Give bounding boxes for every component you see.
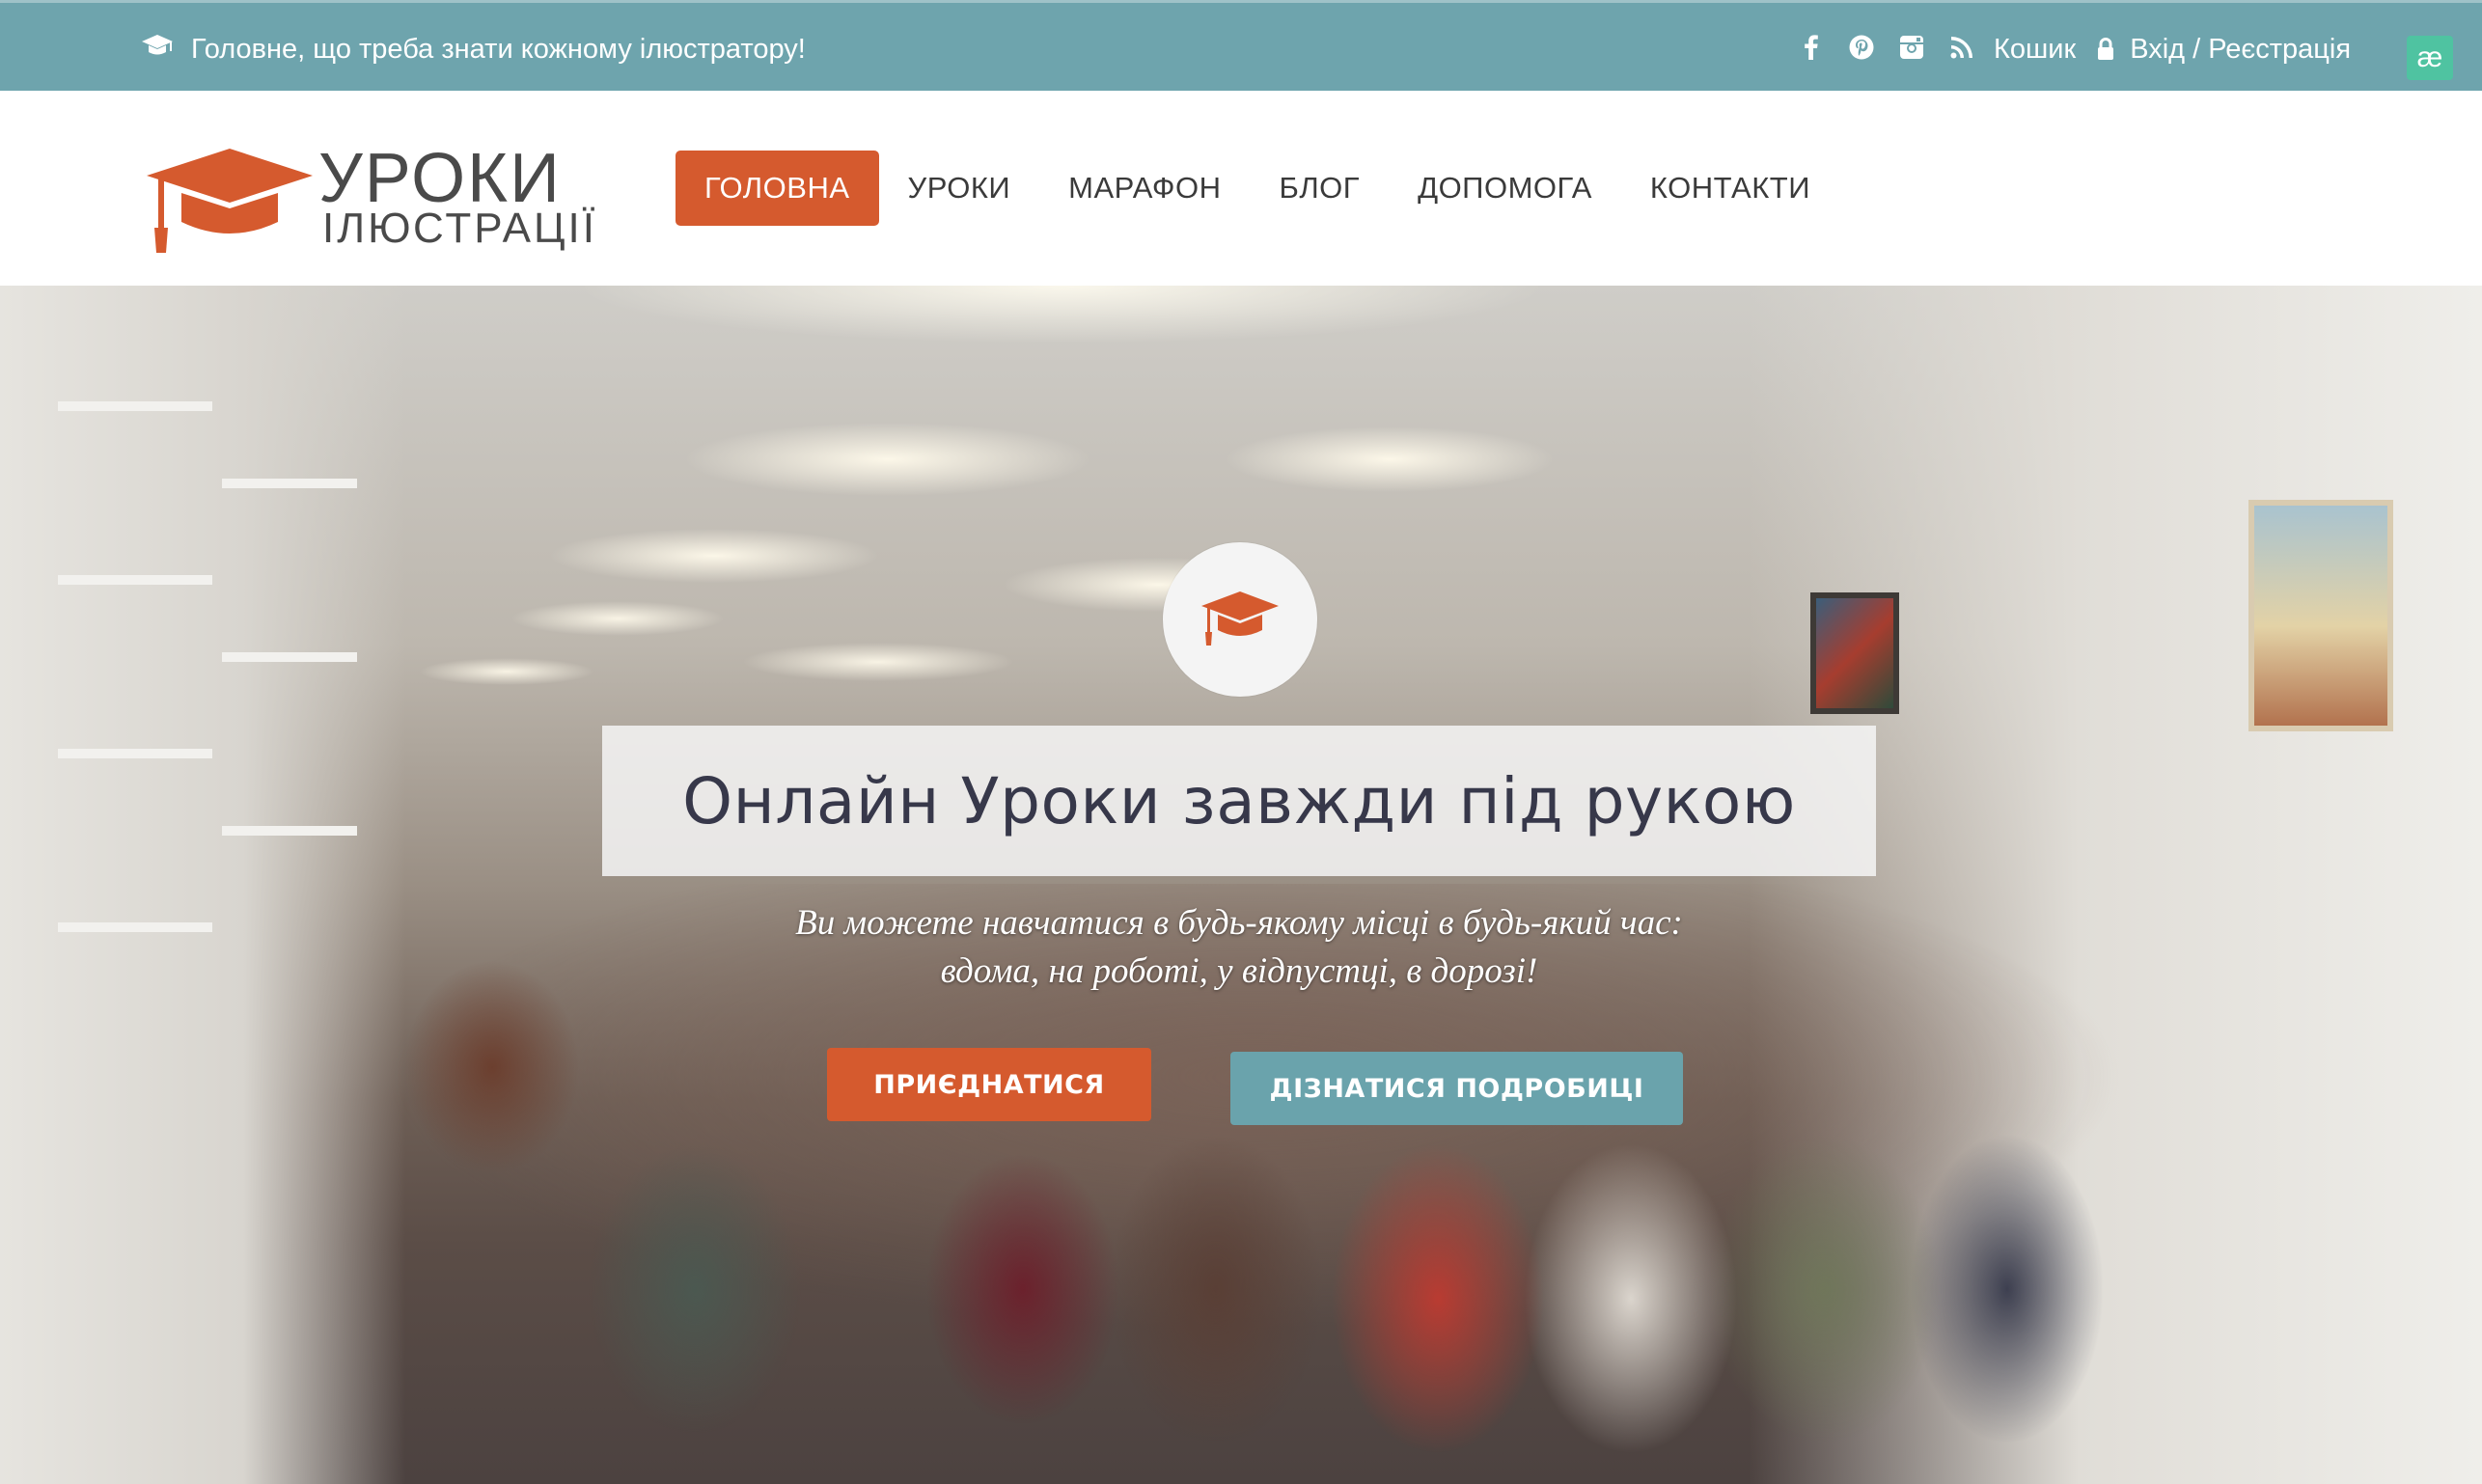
nav-item-blog[interactable]: БЛОГ (1250, 151, 1389, 226)
logo-subtitle: ІЛЮСТРАЦІЇ (322, 205, 597, 252)
social-links (1797, 28, 1976, 67)
login-register-link[interactable]: Вхід / Реєстрація (2130, 34, 2351, 66)
hero-section: Онлайн Уроки завжди під рукою Ви можете … (0, 286, 2482, 1484)
lock-icon (2095, 37, 2116, 62)
hero-subtitle: Ви можете навчатися в будь-якому місці в… (602, 899, 1876, 996)
hero-subtitle-line-1: Ви можете навчатися в будь-якому місці в… (795, 903, 1683, 943)
nav-item-lessons[interactable]: УРОКИ (879, 151, 1040, 226)
learn-more-button[interactable]: ДІЗНАТИСЯ ПОДРОБИЦІ (1230, 1052, 1683, 1125)
headline-box: Онлайн Уроки завжди під рукою (602, 726, 1876, 876)
join-button[interactable]: ПРИЄДНАТИСЯ (827, 1048, 1151, 1121)
hero-subtitle-line-2: вдома, на роботі, у відпустці, в дорозі! (940, 951, 1538, 991)
instagram-icon[interactable] (1897, 33, 1926, 62)
hero-headline: Онлайн Уроки завжди під рукою (682, 763, 1796, 838)
pinterest-icon[interactable] (1847, 33, 1876, 62)
graduation-cap-logo-icon (147, 149, 313, 253)
cart-link[interactable]: Кошик (1994, 34, 2076, 66)
nav-item-home[interactable]: ГОЛОВНА (676, 151, 879, 226)
top-bar: Головне, що треба знати кожному ілюстрат… (0, 0, 2482, 91)
nav-item-marathon[interactable]: МАРАФОН (1039, 151, 1250, 226)
graduation-cap-icon (141, 32, 174, 67)
site-header: УРОКИ ІЛЮСТРАЦІЇ ГОЛОВНА УРОКИ МАРАФОН Б… (0, 91, 2482, 286)
graduation-cap-icon (1201, 591, 1279, 646)
facebook-icon[interactable] (1797, 33, 1826, 62)
extension-badge[interactable]: æ (2407, 36, 2453, 80)
rss-icon[interactable] (1947, 33, 1976, 62)
hero-badge (1163, 542, 1317, 697)
tagline: Головне, що треба знати кожному ілюстрат… (141, 30, 806, 69)
tagline-text: Головне, що треба знати кожному ілюстрат… (191, 33, 806, 65)
account-links: Кошик Вхід / Реєстрація (1994, 30, 2351, 69)
nav-item-contacts[interactable]: КОНТАКТИ (1621, 151, 1839, 226)
site-logo[interactable]: УРОКИ ІЛЮСТРАЦІЇ (145, 140, 594, 261)
nav-item-help[interactable]: ДОПОМОГА (1389, 151, 1621, 226)
main-nav: ГОЛОВНА УРОКИ МАРАФОН БЛОГ ДОПОМОГА КОНТ… (676, 151, 1839, 226)
